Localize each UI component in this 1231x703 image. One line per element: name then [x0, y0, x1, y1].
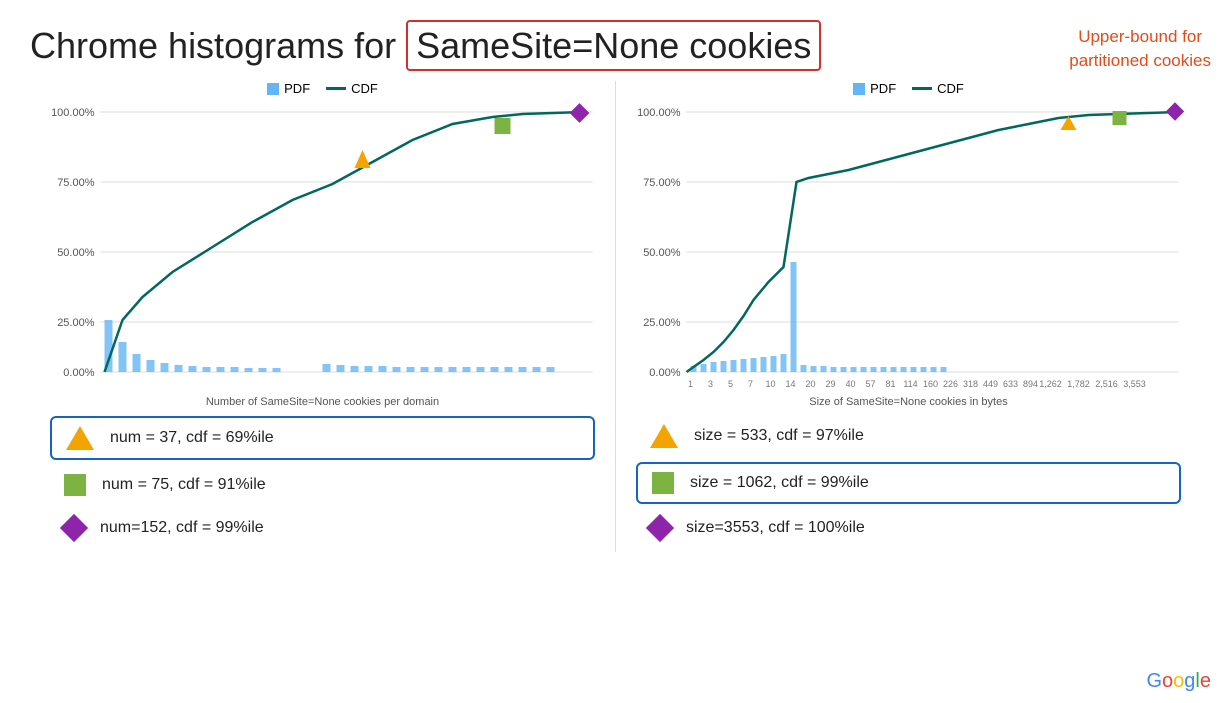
- right-legend-pdf: PDF: [853, 81, 896, 96]
- right-annotation-orange-text: size = 533, cdf = 97%ile: [694, 427, 864, 445]
- right-purple-diamond-icon: [646, 514, 674, 542]
- right-orange-triangle-icon: [650, 424, 678, 448]
- svg-text:894: 894: [1023, 379, 1038, 389]
- right-annotations: size = 533, cdf = 97%ile size = 1062, cd…: [626, 416, 1191, 546]
- charts-row: PDF CDF 100.00% 75.00% 50.00% 25.00% 0.0…: [30, 81, 1201, 552]
- svg-text:1: 1: [688, 379, 693, 389]
- svg-text:449: 449: [983, 379, 998, 389]
- left-chart-svg: 100.00% 75.00% 50.00% 25.00% 0.00%: [40, 102, 605, 392]
- left-chart-subtitle: Number of SameSite=None cookies per doma…: [40, 396, 605, 408]
- left-annotation-orange: num = 37, cdf = 69%ile: [50, 416, 595, 460]
- svg-text:3,553: 3,553: [1123, 379, 1146, 389]
- left-annotation-purple: num=152, cdf = 99%ile: [50, 510, 595, 546]
- right-chart-subtitle: Size of SameSite=None cookies in bytes: [626, 396, 1191, 408]
- right-green-square-icon: [652, 472, 674, 494]
- svg-text:633: 633: [1003, 379, 1018, 389]
- svg-text:114: 114: [903, 379, 917, 389]
- svg-text:75.00%: 75.00%: [643, 177, 681, 189]
- svg-text:57: 57: [865, 379, 875, 389]
- svg-text:160: 160: [923, 379, 938, 389]
- page-container: Chrome histograms for SameSite=None cook…: [0, 0, 1231, 703]
- left-annotation-green-text: num = 75, cdf = 91%ile: [102, 476, 266, 494]
- title-prefix: Chrome histograms for: [30, 25, 406, 66]
- svg-text:20: 20: [805, 379, 815, 389]
- svg-text:0.00%: 0.00%: [63, 367, 94, 379]
- svg-text:7: 7: [748, 379, 753, 389]
- right-pdf-icon: [853, 83, 865, 95]
- right-chart-area: 100.00% 75.00% 50.00% 25.00% 0.00%: [626, 102, 1191, 392]
- svg-text:100.00%: 100.00%: [51, 107, 95, 119]
- right-chart-section: PDF CDF 100.00% 75.00% 50.00% 25.00% 0.0…: [616, 81, 1201, 552]
- green-square-icon: [64, 474, 86, 496]
- svg-text:1,782: 1,782: [1067, 379, 1090, 389]
- right-legend-cdf: CDF: [912, 81, 964, 96]
- right-cdf-line-icon: [912, 87, 932, 90]
- svg-text:25.00%: 25.00%: [57, 317, 95, 329]
- right-chart-svg: 100.00% 75.00% 50.00% 25.00% 0.00%: [626, 102, 1191, 392]
- svg-text:50.00%: 50.00%: [57, 247, 95, 259]
- right-annotation-green: size = 1062, cdf = 99%ile: [636, 462, 1181, 504]
- cdf-line-icon: [326, 87, 346, 90]
- google-logo: Google: [1146, 670, 1211, 693]
- left-chart-area: 100.00% 75.00% 50.00% 25.00% 0.00%: [40, 102, 605, 392]
- purple-diamond-icon: [60, 514, 88, 542]
- svg-text:2,516: 2,516: [1095, 379, 1118, 389]
- svg-text:318: 318: [963, 379, 978, 389]
- svg-text:10: 10: [765, 379, 775, 389]
- pdf-icon: [267, 83, 279, 95]
- svg-text:29: 29: [825, 379, 835, 389]
- svg-text:50.00%: 50.00%: [643, 247, 681, 259]
- right-annotation-purple-text: size=3553, cdf = 100%ile: [686, 519, 865, 537]
- title-highlight: SameSite=None cookies: [406, 20, 821, 71]
- svg-text:14: 14: [785, 379, 795, 389]
- svg-text:3: 3: [708, 379, 713, 389]
- right-annotation-green-text: size = 1062, cdf = 99%ile: [690, 474, 869, 492]
- main-title: Chrome histograms for SameSite=None cook…: [30, 20, 1201, 71]
- right-legend: PDF CDF: [626, 81, 1191, 96]
- svg-text:25.00%: 25.00%: [643, 317, 681, 329]
- orange-triangle-icon: [66, 426, 94, 450]
- svg-text:81: 81: [885, 379, 895, 389]
- left-legend: PDF CDF: [40, 81, 605, 96]
- left-annotation-orange-text: num = 37, cdf = 69%ile: [110, 429, 274, 447]
- left-chart-section: PDF CDF 100.00% 75.00% 50.00% 25.00% 0.0…: [30, 81, 616, 552]
- svg-text:0.00%: 0.00%: [649, 367, 680, 379]
- right-annotation-purple: size=3553, cdf = 100%ile: [636, 510, 1181, 546]
- left-annotations: num = 37, cdf = 69%ile num = 75, cdf = 9…: [40, 416, 605, 546]
- svg-text:100.00%: 100.00%: [637, 107, 681, 119]
- svg-text:226: 226: [943, 379, 958, 389]
- left-legend-cdf: CDF: [326, 81, 378, 96]
- svg-text:40: 40: [845, 379, 855, 389]
- svg-text:5: 5: [728, 379, 733, 389]
- upper-bound-note: Upper-bound for partitioned cookies: [1069, 25, 1211, 73]
- svg-text:75.00%: 75.00%: [57, 177, 95, 189]
- right-annotation-orange: size = 533, cdf = 97%ile: [636, 416, 1181, 456]
- svg-text:1,262: 1,262: [1039, 379, 1062, 389]
- left-legend-pdf: PDF: [267, 81, 310, 96]
- left-annotation-purple-text: num=152, cdf = 99%ile: [100, 519, 264, 537]
- left-annotation-green: num = 75, cdf = 91%ile: [50, 466, 595, 504]
